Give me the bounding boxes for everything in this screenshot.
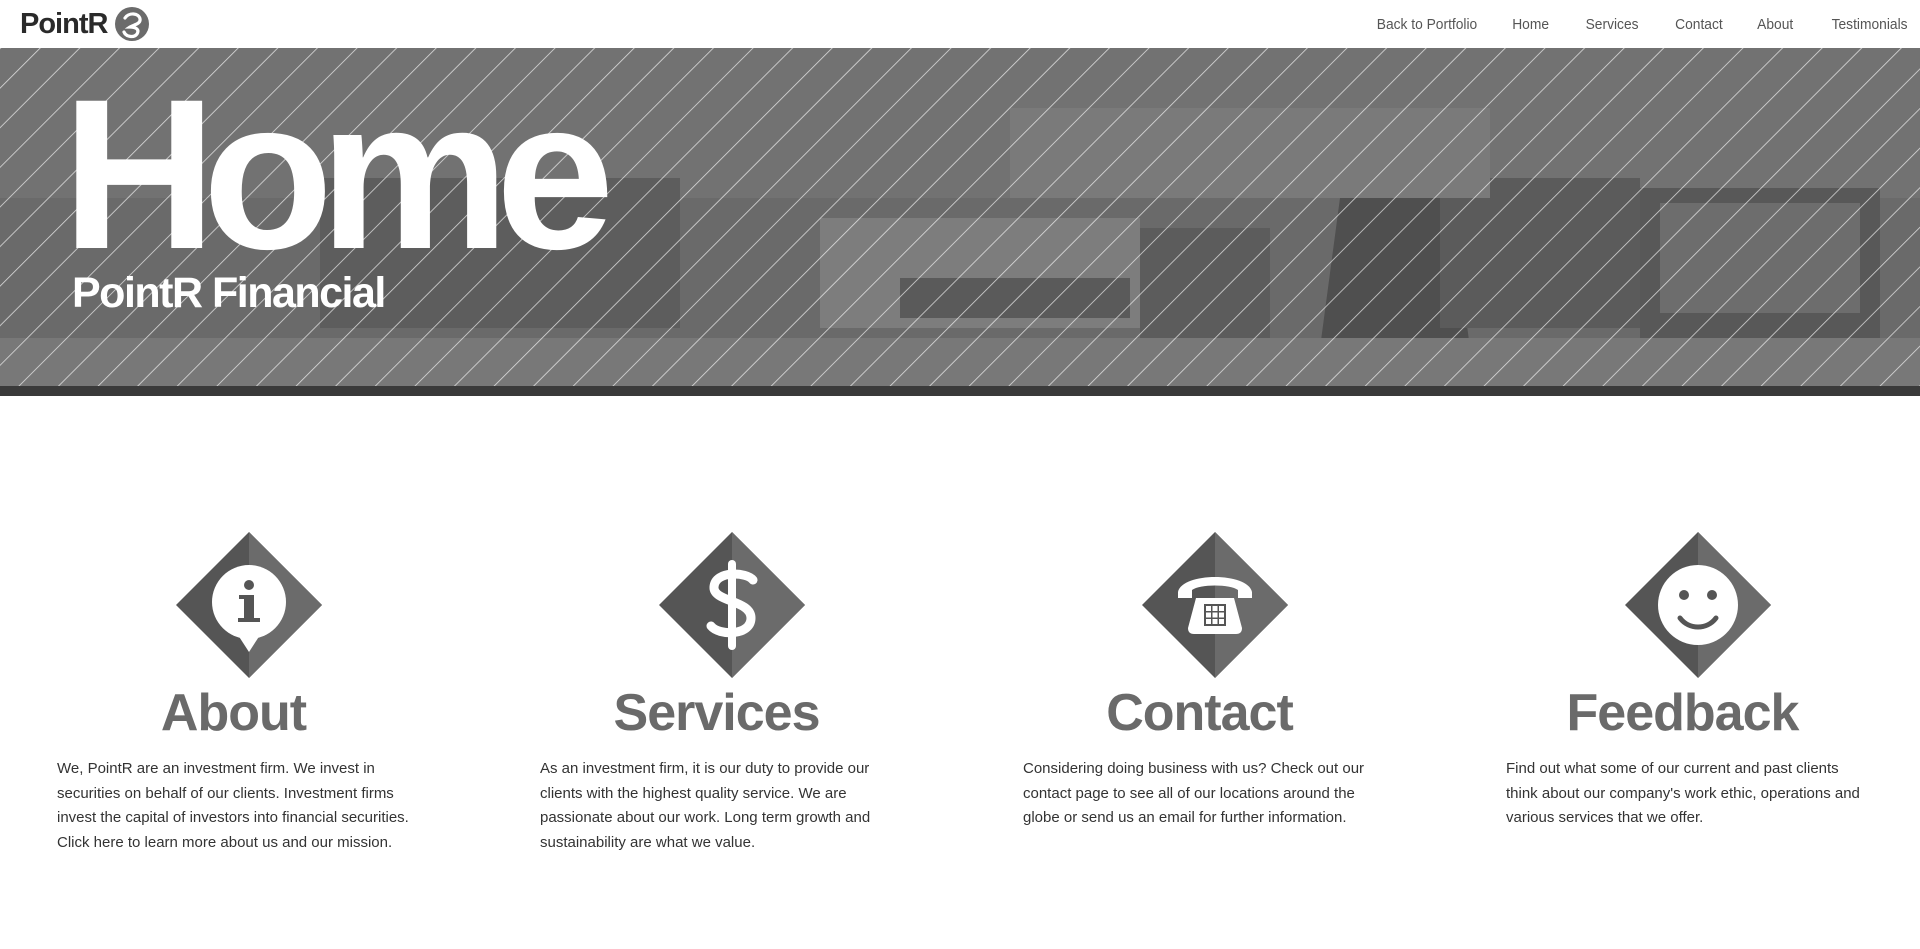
feature-description: As an investment firm, it is our duty to… — [540, 760, 871, 851]
site-header: PointR Back to Portfolio Home Services C… — [0, 0, 1920, 48]
hero-title: Home — [62, 55, 615, 294]
hero-subtitle: PointR Financial — [72, 269, 386, 317]
hero-divider-bar — [0, 386, 1920, 396]
feature-title: Services — [613, 684, 821, 742]
nav-about[interactable]: About — [1757, 16, 1793, 33]
feature-description: Considering doing business with us? Chec… — [1023, 760, 1365, 826]
feature-title: Feedback — [1566, 684, 1800, 742]
logo[interactable]: PointR — [20, 6, 151, 42]
logo-text: PointR — [20, 7, 108, 40]
telephone-icon — [1142, 532, 1288, 678]
feature-description: Find out what some of our current and pa… — [1506, 760, 1860, 826]
dollar-icon — [659, 532, 805, 678]
nav-services[interactable]: Services — [1586, 16, 1639, 33]
feature-title: About — [160, 684, 307, 742]
nav-testimonials[interactable]: Testimonials — [1832, 16, 1908, 33]
nav-contact[interactable]: Contact — [1675, 16, 1723, 33]
info-icon — [176, 532, 322, 678]
pointr-logo-icon — [115, 7, 150, 41]
smiley-icon — [1625, 532, 1771, 678]
main-nav: Back to Portfolio Home Services Contact … — [1368, 0, 1920, 48]
feature-title: Contact — [1106, 684, 1294, 742]
nav-back-to-portfolio[interactable]: Back to Portfolio — [1377, 16, 1477, 33]
feature-description: We, PointR are an investment firm. We in… — [57, 760, 409, 851]
hero-banner: Home PointR Financial — [0, 48, 1920, 386]
nav-home[interactable]: Home — [1512, 16, 1549, 33]
